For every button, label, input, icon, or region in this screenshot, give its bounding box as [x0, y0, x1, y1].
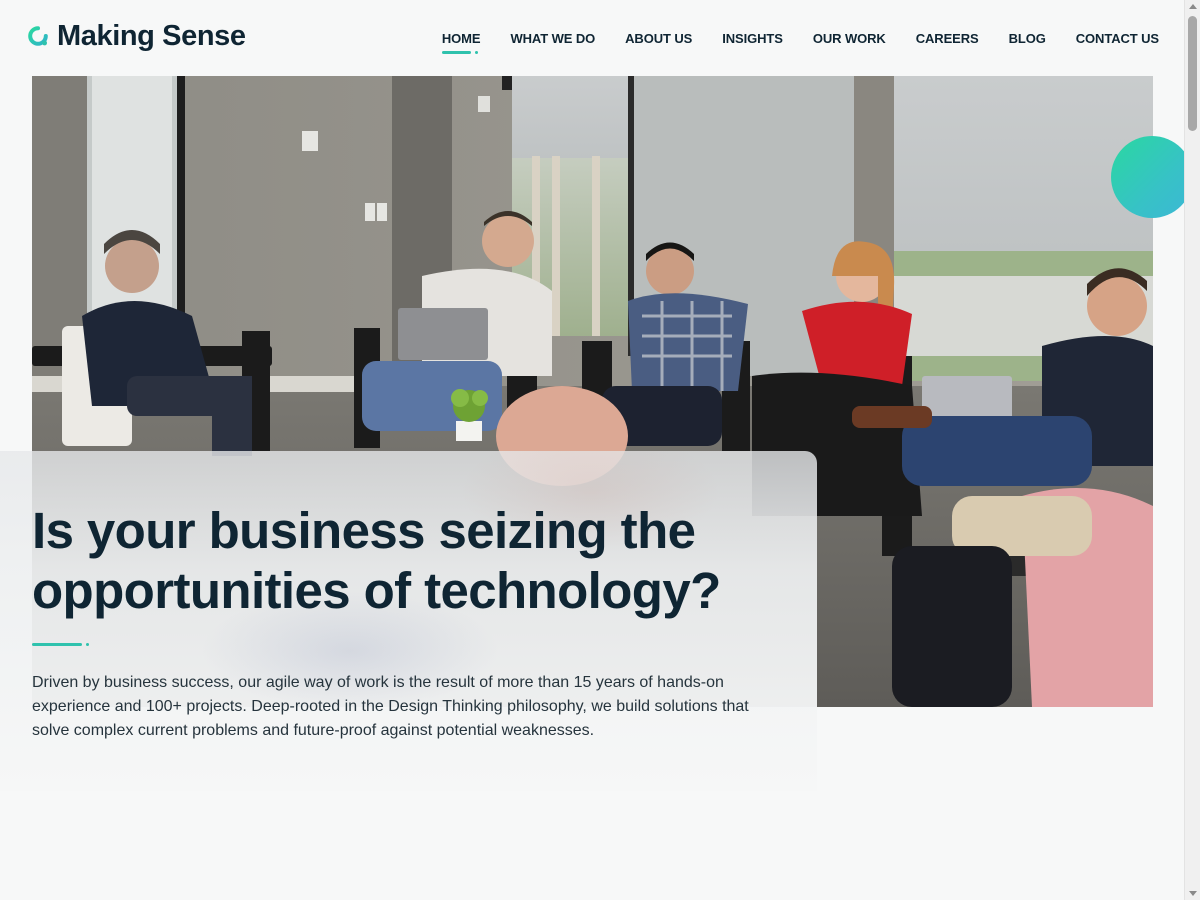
nav-label: ABOUT US — [625, 31, 693, 46]
main-nav: HOME WHAT WE DO ABOUT US INSIGHTS OUR WO… — [441, 31, 1159, 54]
scroll-up-arrow-icon[interactable] — [1189, 4, 1197, 9]
hero-description-line: Driven by business success, our agile wa… — [32, 674, 724, 691]
scroll-thumb[interactable] — [1188, 16, 1197, 131]
q-ring-logo-icon — [28, 26, 48, 46]
nav-link-careers[interactable]: CAREERS — [916, 31, 979, 46]
hero-description-line: experience and 100+ projects. Deep-roote… — [32, 698, 749, 715]
accent-divider-line — [32, 643, 82, 646]
nav-item-contact-us: CONTACT US — [1076, 31, 1159, 46]
brand-name: Making Sense — [57, 20, 246, 52]
nav-label: CAREERS — [915, 31, 979, 46]
brand-logo-link[interactable]: Making Sense — [27, 19, 246, 53]
nav-link-about-us[interactable]: ABOUT US — [625, 31, 692, 46]
nav-item-blog: BLOG — [1009, 31, 1046, 46]
nav-item-what-we-do: WHAT WE DO — [510, 31, 595, 46]
page-scrollbar[interactable] — [1184, 0, 1200, 900]
nav-link-insights[interactable]: INSIGHTS — [722, 31, 783, 46]
nav-label: OUR WORK — [812, 31, 886, 46]
nav-label: CONTACT US — [1075, 31, 1159, 46]
accent-divider-dot — [86, 643, 89, 646]
active-indicator-bar — [441, 51, 471, 54]
nav-item-our-work: OUR WORK — [813, 31, 886, 46]
nav-link-contact-us[interactable]: CONTACT US — [1076, 31, 1159, 46]
hero-title-line: opportunities of technology? — [32, 562, 721, 619]
nav-link-our-work[interactable]: OUR WORK — [813, 31, 886, 46]
nav-label: INSIGHTS — [722, 31, 783, 46]
hero-title-line: Is your business seizing the — [32, 502, 696, 559]
nav-label: HOME — [441, 31, 481, 46]
nav-item-careers: CAREERS — [916, 31, 979, 46]
site-header: Making Sense HOME WHAT WE DO ABOUT US IN… — [0, 0, 1184, 76]
nav-item-insights: INSIGHTS — [722, 31, 783, 46]
nav-label: BLOG — [1008, 31, 1046, 46]
nav-link-what-we-do[interactable]: WHAT WE DO — [510, 31, 595, 46]
gradient-circle-icon — [1111, 136, 1193, 218]
active-indicator-dot — [474, 51, 478, 54]
nav-item-home: HOME — [441, 31, 481, 54]
nav-link-home[interactable]: HOME — [441, 31, 481, 54]
hero-title: Is your business seizing the opportuniti… — [32, 501, 792, 621]
hero-description-line: solve complex current problems and futur… — [32, 722, 595, 739]
nav-link-blog[interactable]: BLOG — [1009, 31, 1046, 46]
hero-description: Driven by business success, our agile wa… — [32, 671, 772, 743]
scroll-down-arrow-icon[interactable] — [1189, 891, 1197, 896]
hero-text-card: Is your business seizing the opportuniti… — [0, 451, 817, 791]
nav-label: WHAT WE DO — [510, 31, 596, 46]
nav-item-about-us: ABOUT US — [625, 31, 692, 46]
